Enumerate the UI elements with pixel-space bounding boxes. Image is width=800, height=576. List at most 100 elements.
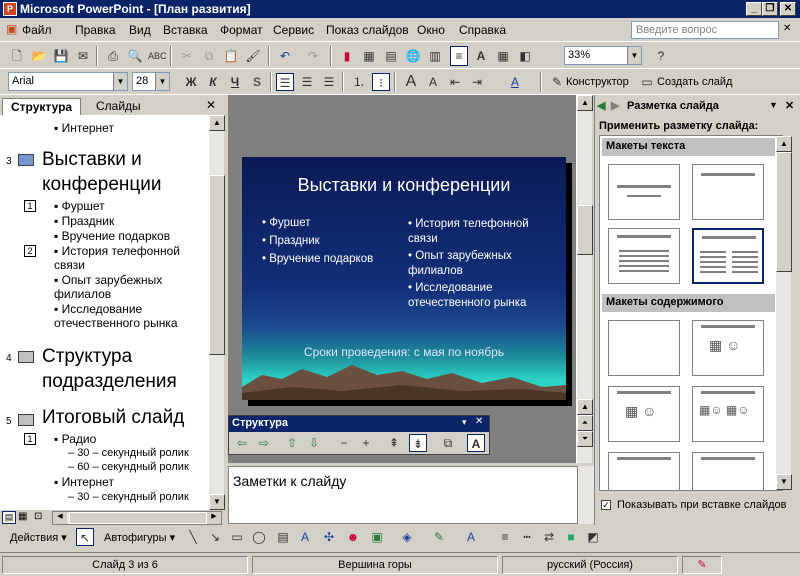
spelling-icon[interactable]: ABC	[148, 47, 167, 65]
tables-borders-icon[interactable]: ▤	[382, 47, 400, 65]
grow-font-icon[interactable]: A	[402, 73, 420, 91]
next-slide-icon[interactable]: ⏷	[577, 431, 593, 447]
layout-blank[interactable]	[608, 320, 680, 376]
notes-pane[interactable]: Заметки к слайду	[228, 466, 578, 524]
menu-view[interactable]: Вид	[129, 23, 151, 37]
grid-icon[interactable]: ▦	[494, 47, 512, 65]
shadow-button[interactable]: S	[248, 73, 266, 91]
cut-icon[interactable]: ✂	[178, 47, 196, 65]
minimize-button[interactable]: _	[746, 2, 762, 16]
arrow-style-icon[interactable]: ⇄	[540, 528, 558, 546]
slide-canvas[interactable]: Выставки и конференции • Фуршет • Праздн…	[242, 157, 566, 400]
scroll-down-icon[interactable]: ▼	[209, 494, 225, 510]
slide-scrollbar[interactable]: ▲ ▲ ⏶ ⏷	[576, 95, 593, 463]
font-color-icon[interactable]: A	[462, 528, 480, 546]
outline-scrollbar[interactable]: ▲ ▼	[208, 115, 225, 510]
menu-tools[interactable]: Сервис	[273, 23, 314, 37]
spelling-status-icon[interactable]: ✎	[682, 556, 722, 574]
wordart-icon[interactable]: A	[296, 528, 314, 546]
slideshow-view-icon[interactable]: ⊡	[34, 511, 42, 522]
move-up-icon[interactable]: ⇧	[283, 434, 301, 452]
slide-icon[interactable]	[18, 351, 34, 363]
close-button[interactable]: ✕	[780, 2, 796, 16]
layout-two-content[interactable]: ▦☺ ▦☺	[692, 386, 764, 442]
expand-icon[interactable]: +	[357, 434, 375, 452]
new-slide-button[interactable]: Создать слайд	[657, 76, 732, 88]
scroll-thumb[interactable]	[776, 152, 792, 272]
slide-icon[interactable]	[18, 154, 34, 166]
textbox-icon[interactable]: ▤	[274, 528, 292, 546]
scroll-right-icon[interactable]: ▶	[207, 512, 221, 524]
show-formatting-icon[interactable]: A	[467, 434, 485, 452]
picture-icon[interactable]: ▣	[368, 528, 386, 546]
decrease-indent-icon[interactable]: ⇤	[446, 73, 464, 91]
table-icon[interactable]: ▦	[360, 47, 378, 65]
notes-scrollbar[interactable]	[578, 466, 594, 524]
align-center-icon[interactable]: ☰	[298, 73, 316, 91]
horizontal-scrollbar[interactable]: ◀ ▶	[52, 511, 222, 525]
layout-title-text[interactable]	[608, 228, 680, 284]
normal-view-icon[interactable]: ▤	[2, 511, 16, 524]
undo-icon[interactable]: ↶	[276, 47, 294, 65]
font-color-icon[interactable]: A	[506, 73, 524, 91]
scroll-up-icon[interactable]: ▲	[776, 136, 792, 152]
select-pointer-icon[interactable]: ↖	[76, 528, 94, 546]
show-formatting-a-icon[interactable]: A	[472, 47, 490, 65]
back-icon[interactable]: ◀	[597, 99, 605, 112]
scroll-up-icon[interactable]: ▲	[577, 399, 593, 415]
shadow-style-icon[interactable]: ■	[562, 528, 580, 546]
permission-icon[interactable]: ✉	[74, 47, 92, 65]
layout-title-two-columns[interactable]	[691, 227, 765, 285]
line-icon[interactable]: ╲	[184, 528, 202, 546]
scroll-thumb[interactable]	[209, 175, 225, 355]
sorter-view-icon[interactable]: ▦	[18, 511, 27, 522]
preview-icon[interactable]: 🔍	[126, 47, 144, 65]
expand-icon[interactable]: ▥	[426, 47, 444, 65]
menu-window[interactable]: Окно	[417, 23, 445, 37]
summary-slide-icon[interactable]: ⧉	[439, 434, 457, 452]
dash-style-icon[interactable]: ┅	[518, 528, 536, 546]
arrow-icon[interactable]: ↘	[206, 528, 224, 546]
actions-menu[interactable]: Действия ▾	[10, 531, 67, 544]
copy-icon[interactable]: ⧉	[200, 47, 218, 65]
demote-icon[interactable]: ⇨	[255, 434, 273, 452]
scroll-up-icon[interactable]: ▲	[577, 95, 593, 111]
help-search-input[interactable]: Введите вопрос	[631, 21, 779, 39]
new-icon[interactable]: 🗋	[8, 47, 26, 65]
menu-help[interactable]: Справка	[459, 23, 506, 37]
layout-title-slide[interactable]	[608, 164, 680, 220]
chevron-down-icon[interactable]: ▼	[769, 100, 778, 110]
tab-outline[interactable]: Структура	[2, 98, 82, 115]
diagram-icon[interactable]: ✣	[320, 528, 338, 546]
shrink-font-icon[interactable]: A	[424, 73, 442, 91]
help-icon[interactable]: ?	[652, 47, 670, 65]
outline-text[interactable]: ▪ Интернет 3 Выставки и конференции 1 ▪ …	[0, 115, 208, 510]
restore-button[interactable]: ❐	[762, 2, 778, 16]
redo-icon[interactable]: ↷	[304, 47, 322, 65]
tab-slides[interactable]: Слайды	[88, 98, 149, 115]
clipart-icon[interactable]: ☻	[344, 528, 362, 546]
layout-title-content[interactable]: ▦ ☺	[608, 386, 680, 442]
chevron-down-icon[interactable]: ▾	[462, 417, 467, 428]
increase-indent-icon[interactable]: ⇥	[468, 73, 486, 91]
save-icon[interactable]: 💾	[52, 47, 70, 65]
prev-slide-icon[interactable]: ⏶	[577, 415, 593, 431]
italic-button[interactable]: К	[204, 73, 222, 91]
rectangle-icon[interactable]: ▭	[228, 528, 246, 546]
menu-edit[interactable]: Правка	[75, 23, 116, 37]
designer-icon[interactable]: ✎	[548, 73, 566, 91]
bullets-icon[interactable]: ⁝	[372, 73, 390, 91]
hyperlink-icon[interactable]: 🌐	[404, 47, 422, 65]
collapse-icon[interactable]: −	[335, 434, 353, 452]
menu-format[interactable]: Формат	[220, 23, 263, 37]
designer-button[interactable]: Конструктор	[566, 76, 629, 88]
menu-slideshow[interactable]: Показ слайдов	[326, 23, 409, 37]
move-down-icon[interactable]: ⇩	[305, 434, 323, 452]
layout-four-content[interactable]	[692, 452, 764, 490]
line-color-icon[interactable]: ✎	[430, 528, 448, 546]
font-size-select[interactable]: 28 ▼	[132, 72, 170, 91]
paste-icon[interactable]: 📋	[222, 47, 240, 65]
scroll-thumb[interactable]	[69, 512, 207, 524]
task-pane-scrollbar[interactable]: ▲ ▼	[775, 136, 792, 490]
forward-icon[interactable]: ▶	[611, 99, 619, 112]
